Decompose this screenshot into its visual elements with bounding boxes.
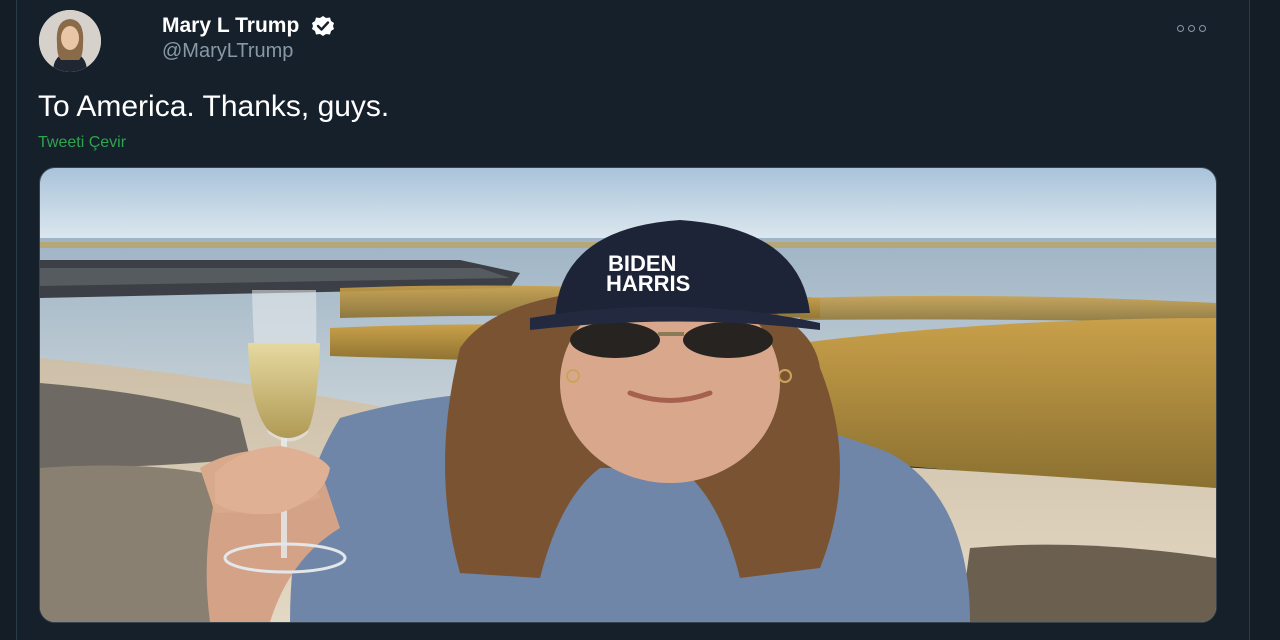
translate-tweet-link[interactable]: Tweeti Çevir: [38, 134, 126, 152]
tweet-text: To America. Thanks, guys.: [38, 90, 390, 123]
more-options-icon[interactable]: [1177, 18, 1217, 38]
dot-icon: [1188, 24, 1195, 32]
tweet-photo[interactable]: BIDEN HARRIS: [39, 167, 1217, 623]
dot-icon: [1199, 24, 1206, 32]
author-handle[interactable]: @MaryLTrump: [162, 40, 293, 63]
verified-badge-icon: [307, 14, 339, 38]
tweet-card: Mary L Trump @MaryLTrump To America. Tha…: [16, 0, 1250, 640]
dot-icon: [1177, 24, 1184, 32]
cap-text-line2: HARRIS: [606, 271, 690, 296]
author-avatar[interactable]: [39, 10, 101, 72]
author-name[interactable]: Mary L Trump: [162, 14, 299, 38]
author-name-row: Mary L Trump: [162, 14, 339, 38]
